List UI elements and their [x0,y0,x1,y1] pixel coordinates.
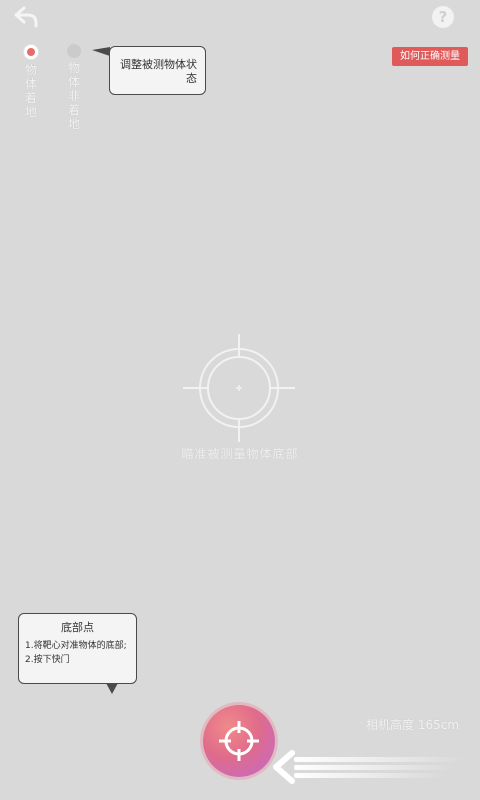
tooltip-title: 底部点 [61,621,94,634]
swipe-left-icon [270,745,470,790]
help-button[interactable]: ? [432,6,454,28]
shutter-button[interactable] [203,705,275,777]
radio-unselected-icon [67,44,81,58]
mode-radio-grounded[interactable]: 物体着地 [23,44,39,119]
back-button[interactable] [10,4,42,32]
back-arrow-icon [14,6,38,28]
question-mark-icon: ? [438,8,448,26]
target-icon [219,721,259,761]
aim-hint: 瞄准被测量物体底部 [181,447,299,461]
bottom-point-tooltip: 底部点 1.将靶心对准物体的底部; 2.按下快门 [18,613,137,684]
radio-selected-icon [23,44,39,60]
crosshair-icon [183,334,295,442]
tooltip-step: 2.按下快门 [25,655,70,665]
mode-radio-not-grounded[interactable]: 物体非着地 [66,44,82,131]
mode-label-not-grounded: 物体非着地 [67,61,80,131]
tooltip-pointer [106,683,118,694]
tooltip-pointer [92,47,110,56]
mode-tooltip-text: 调整被测物体状态 [120,58,197,85]
tooltip-step: 1.将靶心对准物体的底部; [25,641,127,651]
mode-label-grounded: 物体着地 [24,63,37,119]
camera-height-label: 相机高度 165cm [366,718,460,732]
howto-measure-button[interactable]: 如何正确测量 [392,47,468,66]
crosshair-target [183,334,295,442]
mode-tooltip: 调整被测物体状态 [109,46,206,95]
